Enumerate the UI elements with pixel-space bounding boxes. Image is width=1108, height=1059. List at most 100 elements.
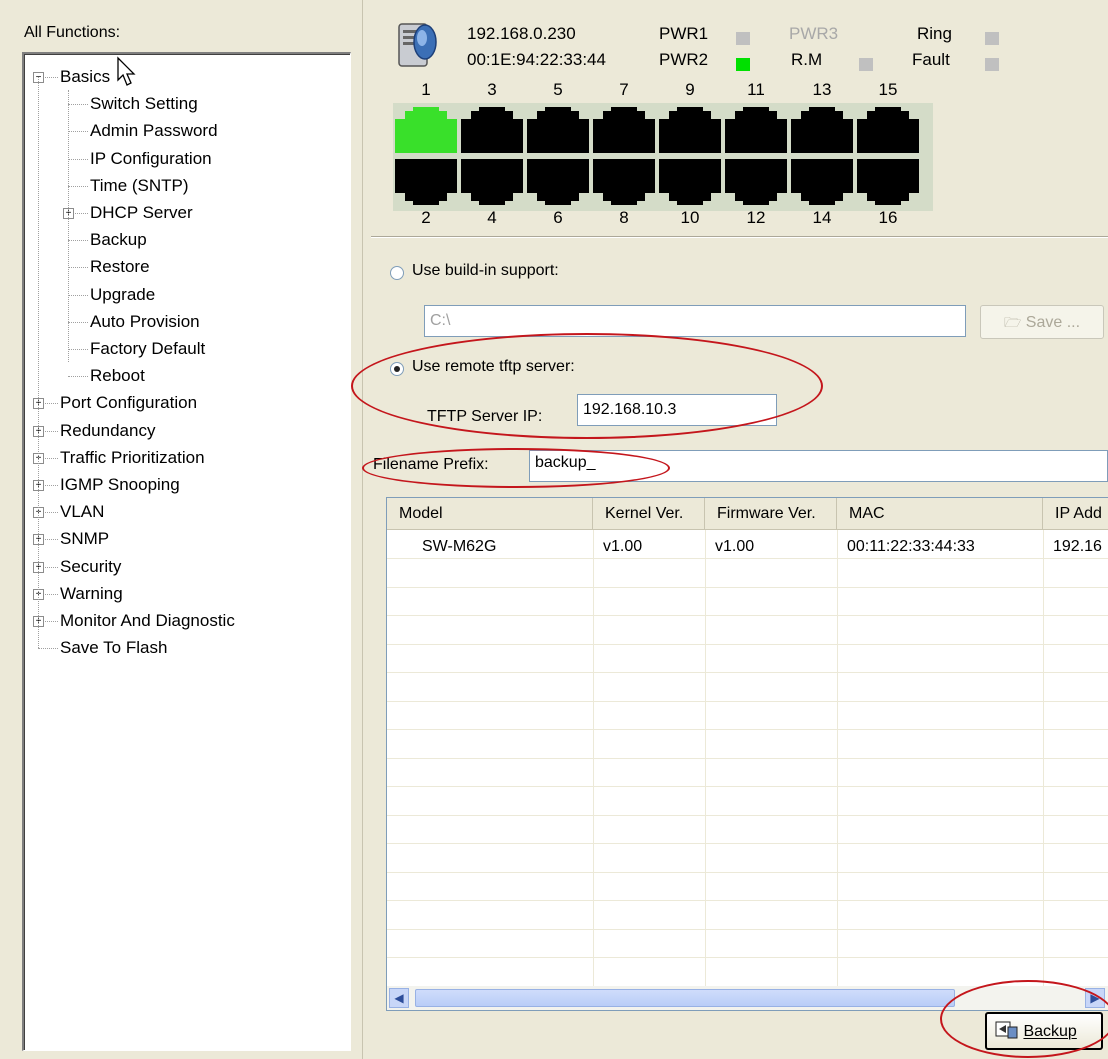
pwr1-label: PWR1 — [659, 24, 709, 43]
grid-line — [387, 672, 1108, 673]
port-14[interactable] — [791, 159, 853, 205]
tree-item[interactable]: Port Configuration — [60, 390, 197, 416]
tree-item[interactable]: Reboot — [90, 363, 145, 389]
save-button[interactable]: 🗁 Save ... — [980, 305, 1104, 339]
switch-ip: 192.168.0.230 — [467, 24, 576, 43]
tree-item[interactable]: Backup — [90, 227, 147, 253]
port-16[interactable] — [857, 159, 919, 205]
port-4[interactable] — [461, 159, 523, 205]
tree-item[interactable]: Factory Default — [90, 336, 205, 362]
fault-label: Fault — [912, 50, 950, 69]
switch-computer-icon — [398, 23, 437, 67]
local-path-field[interactable]: C:\ — [424, 305, 966, 337]
tree-item-label: Save To Flash — [60, 638, 168, 658]
tree-item-label: VLAN — [60, 502, 105, 522]
rm-label: R.M — [791, 50, 823, 69]
tree-item-label: Restore — [90, 257, 150, 277]
column-header[interactable]: Firmware Ver. — [705, 498, 837, 530]
column-header[interactable]: IP Add — [1043, 498, 1108, 530]
device-table[interactable]: Model Kernel Ver. Firmware Ver. MAC IP Add S… — [386, 497, 1108, 1011]
tree-connector — [38, 648, 58, 650]
pwr2-label: PWR2 — [659, 50, 709, 69]
scrollbar-thumb[interactable] — [415, 989, 955, 1007]
tree-connector — [68, 158, 88, 160]
tree-item-label: Basics — [60, 67, 111, 86]
port-number-label: 3 — [487, 80, 497, 99]
tree-item-label: Factory Default — [90, 339, 206, 358]
function-tree[interactable]: Basics − Switch Setting Admin Password IP Co… — [22, 52, 351, 1051]
port-10[interactable] — [659, 159, 721, 205]
port-number-label: 12 — [746, 208, 766, 227]
port-11[interactable] — [725, 107, 787, 153]
scroll-left-icon[interactable]: ◀ — [389, 988, 409, 1008]
table-cell: v1.00 — [715, 538, 755, 555]
column-header[interactable]: Model — [387, 498, 593, 530]
backup-button-label: Backup — [1023, 1023, 1077, 1040]
port-12[interactable] — [725, 159, 787, 205]
port-5[interactable] — [527, 107, 589, 153]
filename-prefix-label: Filename Prefix: — [373, 456, 489, 473]
tree-item-label: IGMP Snooping — [60, 475, 180, 494]
grid-line — [387, 928, 1108, 930]
tree-item[interactable]: Redundancy — [60, 418, 155, 444]
tree-item[interactable]: Time (SNTP) — [90, 173, 189, 199]
switch-mac: 00:1E:94:22:33:44 — [467, 50, 606, 69]
tree-item-label: Security — [60, 556, 122, 576]
port-3[interactable] — [461, 107, 523, 153]
port-1[interactable] — [395, 107, 457, 153]
tree-item[interactable]: Monitor And Diagnostic — [60, 608, 235, 634]
pwr1-led — [736, 32, 750, 45]
tree-item[interactable]: Traffic Prioritization — [60, 445, 205, 471]
tree-item[interactable]: Auto Provision — [90, 309, 200, 335]
tree-item[interactable]: Save To Flash — [60, 635, 167, 661]
port-8[interactable] — [593, 159, 655, 205]
all-functions-label: All Functions: — [24, 24, 121, 41]
grid-line — [387, 871, 1108, 873]
port-number-label: 1 — [421, 80, 431, 99]
scroll-right-icon[interactable]: ▶ — [1085, 988, 1105, 1008]
tree-item[interactable]: Security — [60, 554, 121, 580]
port-number-label: 15 — [878, 80, 898, 99]
tree-item[interactable]: VLAN — [60, 499, 104, 525]
tree-item[interactable]: DHCP Server — [90, 200, 193, 226]
tree-item-label: Reboot — [90, 366, 145, 386]
tree-item[interactable]: Warning — [60, 581, 123, 607]
port-15[interactable] — [857, 107, 919, 153]
port-number-label: 2 — [421, 208, 431, 227]
port-6[interactable] — [527, 159, 589, 205]
tree-item[interactable]: Upgrade — [90, 282, 155, 308]
port-2[interactable] — [395, 159, 457, 205]
tree-item-label: Admin Password — [90, 121, 218, 141]
port-9[interactable] — [659, 107, 721, 153]
tree-item-label: Warning — [60, 583, 123, 603]
grid-line — [387, 615, 1108, 616]
port-7[interactable] — [593, 107, 655, 153]
tree-item-label: Switch Setting — [90, 94, 198, 114]
build-in-support-label: Use build-in support: — [412, 262, 559, 279]
tree-connector — [68, 349, 88, 350]
save-button-label: Save ... — [1025, 314, 1081, 331]
remote-tftp-label: Use remote tftp server: — [412, 358, 575, 375]
mouse-pointer-icon — [117, 56, 136, 86]
tree-item[interactable]: IP Configuration — [90, 146, 212, 172]
folder-icon: 🗁 — [1003, 314, 1022, 330]
ring-led — [985, 32, 999, 45]
tree-item[interactable]: Restore — [90, 254, 150, 280]
tree-item[interactable]: IGMP Snooping — [60, 472, 180, 498]
remote-tftp-radio[interactable] — [390, 362, 404, 376]
port-number-label: 14 — [812, 208, 832, 227]
tree-item[interactable]: Switch Setting — [90, 91, 198, 117]
main-panel: 192.168.0.230 00:1E:94:22:33:44 PWR1 PWR… — [363, 0, 1108, 1059]
backup-button[interactable]: Backup — [985, 1012, 1103, 1050]
tree-item[interactable]: Basics — [60, 64, 110, 90]
table-row[interactable]: SW-M62G v1.00 v1.00 00:11:22:33:44:33 192.16 — [387, 532, 1108, 560]
tftp-server-ip-input[interactable]: 192.168.10.3 — [577, 394, 777, 426]
port-13[interactable] — [791, 107, 853, 153]
build-in-support-radio[interactable] — [390, 266, 404, 280]
column-header[interactable]: Kernel Ver. — [593, 498, 705, 530]
tree-item[interactable]: Admin Password — [90, 118, 218, 144]
filename-prefix-input[interactable]: backup_ — [529, 450, 1108, 482]
horizontal-scrollbar[interactable]: ◀ ▶ — [387, 986, 1108, 1010]
column-header[interactable]: MAC — [837, 498, 1043, 530]
tree-item[interactable]: SNMP — [60, 526, 109, 552]
